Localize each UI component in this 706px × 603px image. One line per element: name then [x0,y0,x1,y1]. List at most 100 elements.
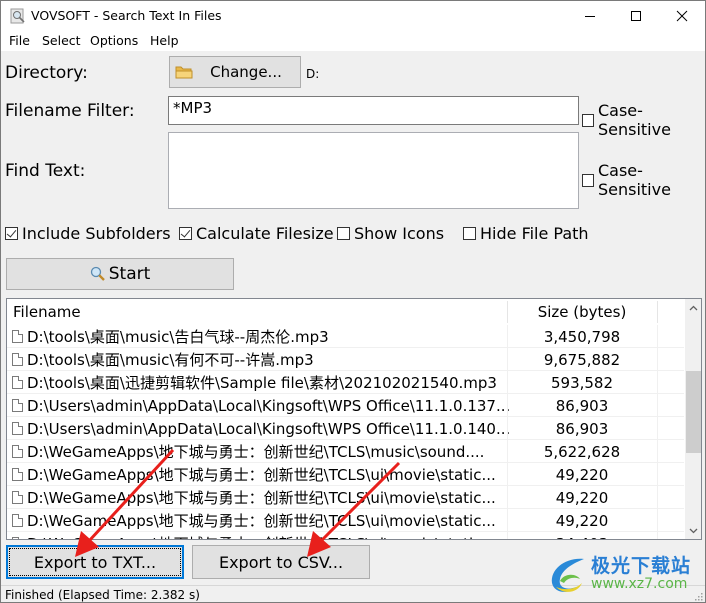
scroll-down-icon[interactable] [685,522,701,539]
show-icons-checkbox[interactable]: Show Icons [337,224,444,243]
checkbox-box [582,113,594,127]
file-icon [12,468,23,481]
start-button[interactable]: Start [6,258,234,290]
file-icon [12,537,23,539]
file-icon [12,491,23,504]
find-text-input[interactable] [168,132,579,209]
column-divider[interactable] [657,301,658,323]
filename-text: D:\tools\桌面\music\有何不可--许嵩.mp3 [27,351,314,369]
maximize-icon [631,11,641,21]
export-txt-button[interactable]: Export to TXT... [6,545,184,579]
size-cell: 49,220 [555,488,609,507]
filename-cell: D:\tools\桌面\music\有何不可--许嵩.mp3 [12,348,314,371]
list-header: Filename Size (bytes) [7,299,684,325]
size-cell: 86,903 [555,396,609,415]
change-directory-button[interactable]: Change... [169,56,301,88]
file-icon [12,376,23,389]
minimize-button[interactable] [567,1,613,31]
filename-text: D:\tools\桌面\music\告白气球--周杰伦.mp3 [27,328,329,346]
filename-text: D:\tools\桌面\迅捷剪辑软件\Sample file\素材\202102… [27,374,497,392]
app-icon [10,8,25,24]
find-case-sensitive-checkbox[interactable]: Case-Sensitive [582,161,705,199]
size-cell: 49,220 [555,511,609,530]
filename-cell: D:\WeGameApps\地下城与勇士：创新世纪\TCLS\ui\movie\… [12,509,496,532]
table-row[interactable]: D:\WeGameApps\地下城与勇士：创新世纪\TCLS\ui\movie\… [7,509,684,532]
table-row[interactable]: D:\tools\桌面\迅捷剪辑软件\Sample file\素材\202102… [7,371,684,394]
search-icon [90,266,105,281]
table-row[interactable]: D:\WeGameApps\地下城与勇士：创新世纪\TCLS\ui\movie\… [7,486,684,509]
watermark: 极光下载站 www.xz7.com [546,549,705,599]
column-divider [657,486,658,509]
size-cell: 86,903 [555,419,609,438]
main-content: Directory: Change... D: Filename Filter:… [1,51,705,602]
find-text-label: Find Text: [5,161,86,181]
filename-filter-value: *MP3 [173,99,213,117]
show-icons-label: Show Icons [354,224,445,243]
table-row[interactable]: D:\WeGameApps\地下城与勇士：创新世纪\TCLS\ui\movie\… [7,532,684,540]
size-cell: 9,675,882 [543,350,621,369]
column-divider [657,440,658,463]
focus-rect [9,548,181,576]
filename-cell: D:\tools\桌面\迅捷剪辑软件\Sample file\素材\202102… [12,371,497,394]
filename-cell: D:\WeGameApps\地下城与勇士：创新世纪\TCLS\ui\movie\… [12,532,496,539]
hide-file-path-checkbox[interactable]: Hide File Path [463,224,589,243]
calculate-filesize-checkbox[interactable]: Calculate Filesize [179,224,334,243]
filename-filter-label: Filename Filter: [5,101,135,121]
column-header-filename[interactable]: Filename [13,299,81,325]
find-case-sensitive-label: Case-Sensitive [597,161,671,199]
table-row[interactable]: D:\tools\桌面\music\有何不可--许嵩.mp3 9,675,882 [7,348,684,371]
table-row[interactable]: D:\WeGameApps\地下城与勇士：创新世纪\TCLS\music\sou… [7,440,684,463]
close-button[interactable] [659,1,705,31]
table-row[interactable]: D:\Users\admin\AppData\Local\Kingsoft\WP… [7,417,684,440]
status-text: Finished (Elapsed Time: 2.382 s) [5,587,200,602]
include-subfolders-label: Include Subfolders [22,224,171,243]
filename-cell: D:\WeGameApps\地下城与勇士：创新世纪\TCLS\music\sou… [12,440,484,463]
minimize-icon [585,16,595,17]
filter-case-sensitive-checkbox[interactable]: Case-Sensitive [582,101,705,139]
menu-help[interactable]: Help [150,33,179,48]
include-subfolders-checkbox[interactable]: Include Subfolders [5,224,171,243]
column-divider [657,348,658,371]
column-divider [657,509,658,532]
file-icon [12,399,23,412]
filename-text: D:\WeGameApps\地下城与勇士：创新世纪\TCLS\ui\movie\… [27,466,496,484]
filename-cell: D:\WeGameApps\地下城与勇士：创新世纪\TCLS\ui\movie\… [12,463,496,486]
file-icon [12,445,23,458]
vertical-scrollbar[interactable] [685,299,701,539]
filename-text: D:\Users\admin\AppData\Local\Kingsoft\WP… [27,396,511,415]
directory-value: D: [306,67,320,81]
resize-grip-icon[interactable] [693,591,703,601]
filename-text: D:\WeGameApps\地下城与勇士：创新世纪\TCLS\ui\movie\… [27,489,496,507]
close-icon [676,10,688,22]
menu-options[interactable]: Options [90,33,138,48]
checkbox-box [582,173,594,187]
filename-text: D:\WeGameApps\地下城与勇士：创新世纪\TCLS\ui\movie\… [27,512,496,530]
column-divider [657,417,658,440]
size-cell: 49,220 [555,465,609,484]
maximize-button[interactable] [613,1,659,31]
scroll-up-icon[interactable] [685,299,701,316]
title-bar: VOVSOFT - Search Text In Files [1,1,705,31]
watermark-title: 极光下载站 [591,555,692,577]
table-row[interactable]: D:\Users\admin\AppData\Local\Kingsoft\WP… [7,394,684,417]
watermark-url: www.xz7.com [591,576,688,592]
file-icon [12,422,23,435]
size-cell: 34,403 [507,532,657,540]
calculate-filesize-label: Calculate Filesize [196,224,334,243]
column-divider [657,371,658,394]
menu-select[interactable]: Select [42,33,81,48]
file-icon [12,330,23,343]
filename-cell: D:\Users\admin\AppData\Local\Kingsoft\WP… [12,394,510,417]
export-csv-button[interactable]: Export to CSV... [192,545,370,579]
export-csv-label: Export to CSV... [218,552,344,572]
watermark-logo-icon [551,558,584,592]
filename-cell: D:\WeGameApps\地下城与勇士：创新世纪\TCLS\ui\movie\… [12,486,496,509]
size-cell: 5,622,628 [543,442,621,461]
menu-file[interactable]: File [9,33,30,48]
column-header-size[interactable]: Size (bytes) [507,299,657,325]
results-list[interactable]: Filename Size (bytes) D:\tools\桌面\music\… [6,298,702,540]
table-row[interactable]: D:\tools\桌面\music\告白气球--周杰伦.mp3 3,450,798 [7,325,684,348]
filename-filter-input[interactable]: *MP3 [168,96,579,125]
scroll-thumb[interactable] [686,371,701,453]
table-row[interactable]: D:\WeGameApps\地下城与勇士：创新世纪\TCLS\ui\movie\… [7,463,684,486]
